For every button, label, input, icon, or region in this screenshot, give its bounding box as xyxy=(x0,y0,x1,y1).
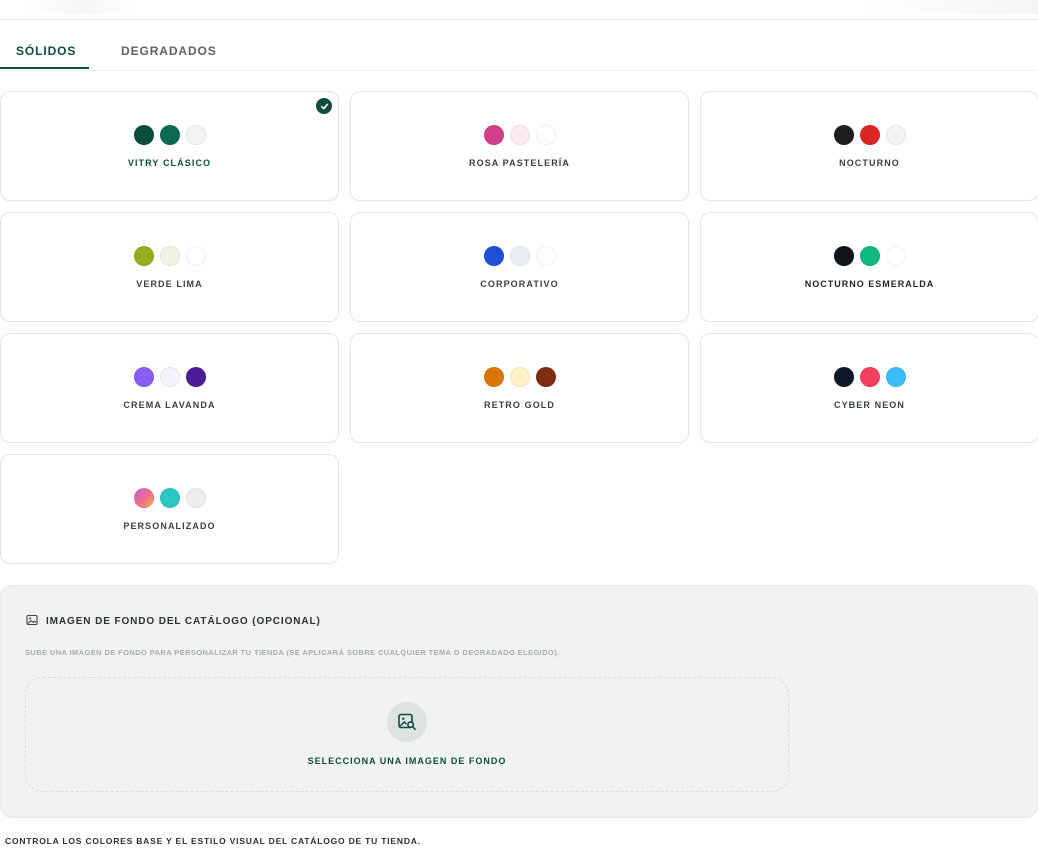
theme-card[interactable]: RETRO GOLD xyxy=(350,333,689,443)
theme-name: VERDE LIMA xyxy=(136,279,203,289)
color-swatches xyxy=(701,125,1038,145)
color-swatches xyxy=(1,125,338,145)
background-section-title: IMAGEN DE FONDO DEL CATÁLOGO (OPCIONAL) xyxy=(46,616,321,627)
tab-degradados[interactable]: DEGRADADOS xyxy=(121,34,217,68)
theme-name: NOCTURNO xyxy=(839,158,900,168)
color-swatch xyxy=(885,246,906,266)
color-swatch xyxy=(133,246,154,266)
theme-card[interactable]: CORPORATIVO xyxy=(350,212,689,322)
color-swatch xyxy=(185,488,206,508)
color-swatch xyxy=(859,246,880,266)
theme-card[interactable]: CYBER NEON xyxy=(700,333,1038,443)
color-swatch xyxy=(159,367,180,387)
color-swatch xyxy=(483,125,504,145)
color-swatch xyxy=(535,367,556,387)
theme-tabs: SÓLIDOS DEGRADADOS xyxy=(0,34,1038,71)
color-swatch xyxy=(185,367,206,387)
theme-name: NOCTURNO ESMERALDA xyxy=(804,279,935,289)
theme-name: CYBER NEON xyxy=(833,400,905,410)
color-swatches xyxy=(1,488,338,508)
theme-name: RETRO GOLD xyxy=(484,400,555,410)
theme-card[interactable]: ROSA PASTELERÍA xyxy=(350,91,689,201)
color-swatch xyxy=(885,367,906,387)
color-swatch xyxy=(483,246,504,266)
color-swatches xyxy=(1,246,338,266)
color-swatch xyxy=(185,246,206,266)
theme-card[interactable]: NOCTURNO ESMERALDA xyxy=(700,212,1038,322)
background-section-subtitle: SUBE UNA IMAGEN DE FONDO PARA PERSONALIZ… xyxy=(25,648,560,657)
color-swatches xyxy=(1,367,338,387)
theme-name: VITRY CLÁSICO xyxy=(127,158,212,168)
color-swatches xyxy=(701,367,1038,387)
color-swatch xyxy=(509,246,530,266)
check-icon xyxy=(316,98,332,114)
select-background-label[interactable]: SELECCIONA UNA IMAGEN DE FONDO xyxy=(25,756,789,766)
color-swatch xyxy=(159,246,180,266)
theme-name: PERSONALIZADO xyxy=(123,521,216,531)
color-swatch xyxy=(885,125,906,145)
color-swatch xyxy=(133,367,154,387)
color-swatch xyxy=(159,488,180,508)
top-bar-shadow-right xyxy=(858,0,1038,14)
color-swatches xyxy=(351,125,688,145)
image-search-icon[interactable] xyxy=(387,702,427,742)
theme-grid: VITRY CLÁSICO ROSA PASTELERÍA NOCTURNO VERD… xyxy=(0,91,1038,564)
color-swatch xyxy=(833,246,854,266)
image-icon xyxy=(26,614,38,626)
color-swatches xyxy=(701,246,1038,266)
theme-card[interactable]: NOCTURNO xyxy=(700,91,1038,201)
color-swatch xyxy=(833,367,854,387)
color-swatch xyxy=(509,367,530,387)
theme-name: CREMA LAVANDA xyxy=(123,400,216,410)
color-swatch xyxy=(133,488,154,508)
color-swatch xyxy=(859,367,880,387)
color-swatch xyxy=(159,125,180,145)
theme-name: ROSA PASTELERÍA xyxy=(468,158,570,168)
color-swatches xyxy=(351,246,688,266)
color-swatch xyxy=(535,125,556,145)
tab-solidos[interactable]: SÓLIDOS xyxy=(16,34,76,68)
top-bar-shadow-left xyxy=(26,0,138,14)
theme-card[interactable]: VITRY CLÁSICO xyxy=(0,91,339,201)
footer-note: CONTROLA LOS COLORES BASE Y EL ESTILO VI… xyxy=(5,836,421,846)
color-swatch xyxy=(483,367,504,387)
color-swatches xyxy=(351,367,688,387)
color-swatch xyxy=(535,246,556,266)
top-bar xyxy=(0,0,1038,20)
color-swatch xyxy=(509,125,530,145)
color-swatch xyxy=(185,125,206,145)
color-swatch xyxy=(833,125,854,145)
theme-card[interactable]: VERDE LIMA xyxy=(0,212,339,322)
theme-name: CORPORATIVO xyxy=(480,279,559,289)
active-tab-indicator xyxy=(0,67,89,69)
color-swatch xyxy=(859,125,880,145)
theme-card[interactable]: CREMA LAVANDA xyxy=(0,333,339,443)
color-swatch xyxy=(133,125,154,145)
theme-card[interactable]: PERSONALIZADO xyxy=(0,454,339,564)
